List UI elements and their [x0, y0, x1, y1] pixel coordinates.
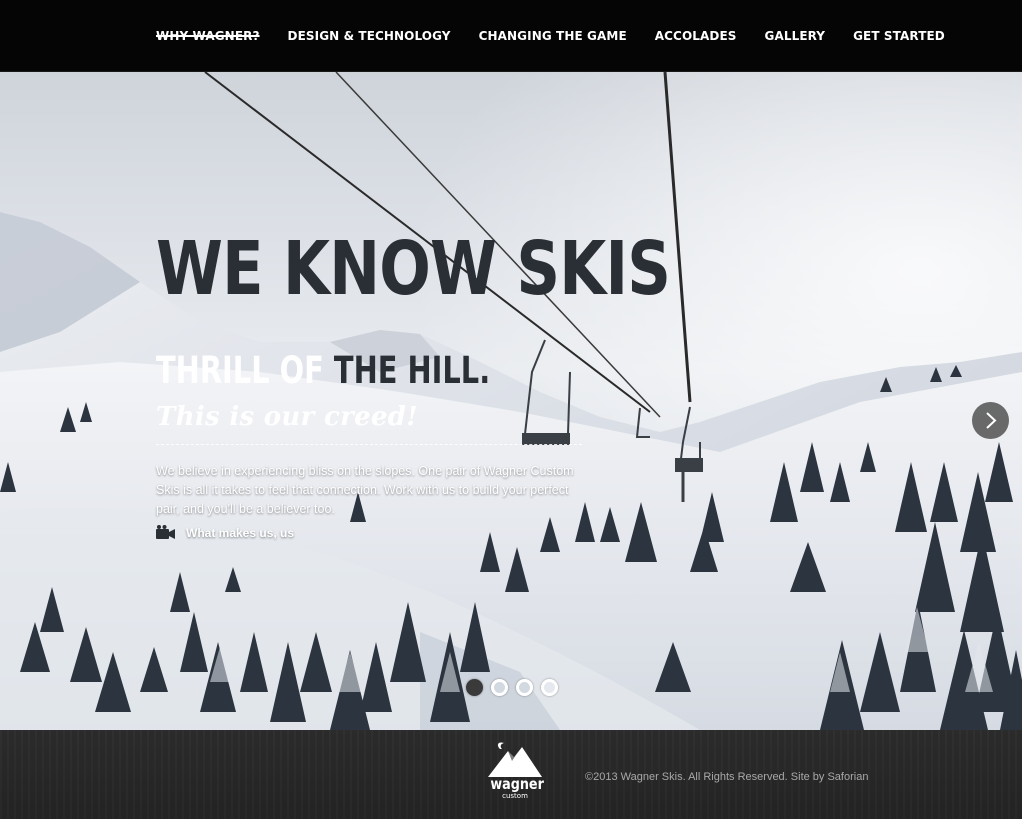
hero-body-copy: We believe in experiencing bliss on the … — [156, 464, 574, 516]
wagner-custom-logo[interactable]: wagner custom — [486, 741, 544, 807]
nav-item-get-started[interactable]: GET STARTED — [853, 29, 945, 43]
subhead-part-1: THRILL OF — [156, 349, 334, 392]
hero-slider: WE KNOW SKIS THRILL OF THE HILL. This is… — [0, 72, 1022, 730]
what-makes-us-video-link[interactable]: What makes us, us — [156, 525, 294, 541]
top-navigation: WHY WAGNER? DESIGN & TECHNOLOGY CHANGING… — [0, 0, 1022, 72]
slider-next-button[interactable] — [972, 402, 1009, 439]
slider-dot-4[interactable] — [541, 679, 558, 696]
nav-item-gallery[interactable]: GALLERY — [765, 29, 826, 43]
copyright-text: ©2013 Wagner Skis. All Rights Reserved. … — [585, 771, 869, 783]
hero-subhead: THRILL OF THE HILL. — [156, 352, 490, 389]
logo-subtext: custom — [502, 792, 528, 800]
slider-dot-1[interactable] — [466, 679, 483, 696]
nav-item-accolades[interactable]: ACCOLADES — [655, 29, 737, 43]
nav-item-changing-the-game[interactable]: CHANGING THE GAME — [479, 29, 627, 43]
ski-lift-background-image — [0, 72, 1022, 730]
hero-headline: WE KNOW SKIS — [156, 226, 671, 312]
video-camera-icon — [156, 525, 175, 539]
video-link-label[interactable]: What makes us, us — [186, 526, 294, 540]
slider-pagination — [466, 679, 558, 696]
logo-wordmark: wagner — [490, 775, 544, 793]
dashed-divider — [156, 444, 582, 445]
nav-menu: WHY WAGNER? DESIGN & TECHNOLOGY CHANGING… — [156, 29, 973, 43]
site-footer: wagner custom ©2013 Wagner Skis. All Rig… — [0, 730, 1022, 819]
slider-dot-3[interactable] — [516, 679, 533, 696]
slider-dot-2[interactable] — [491, 679, 508, 696]
nav-item-why-wagner[interactable]: WHY WAGNER? — [156, 29, 260, 43]
hero-creed: This is our creed! — [156, 402, 418, 432]
subhead-part-2: THE HILL. — [333, 349, 491, 392]
chevron-right-icon — [986, 412, 997, 429]
nav-item-design-technology[interactable]: DESIGN & TECHNOLOGY — [288, 29, 451, 43]
